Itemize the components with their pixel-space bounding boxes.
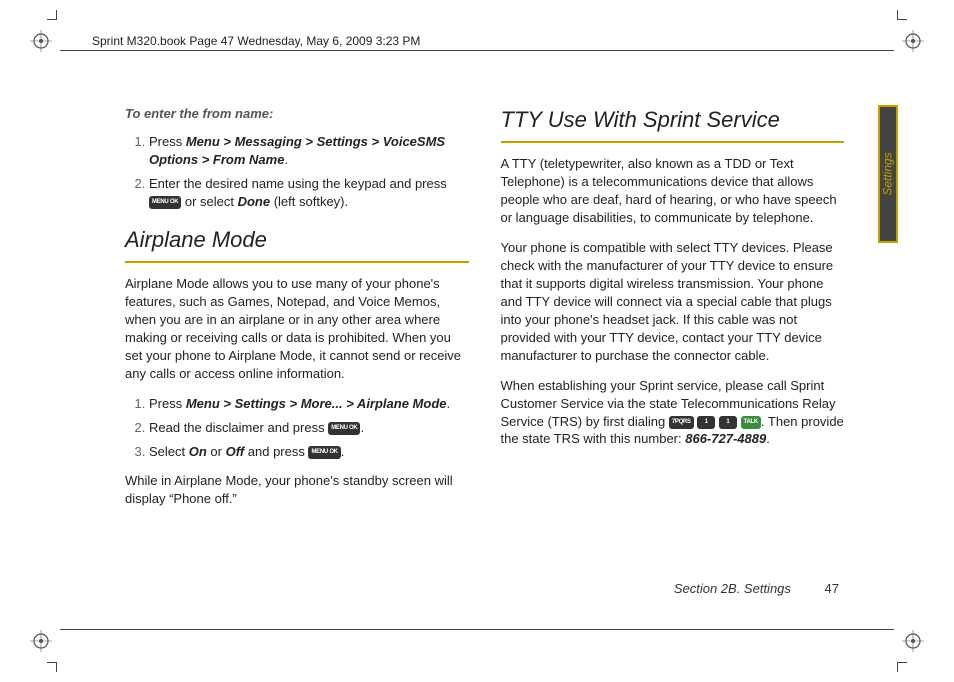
crop-mark <box>56 662 57 672</box>
list-item: Enter the desired name using the keypad … <box>149 175 469 211</box>
side-tab-label: Settings <box>881 152 895 195</box>
crop-mark <box>897 10 898 20</box>
airplane-steps: Press Menu > Settings > More... > Airpla… <box>149 395 469 461</box>
column-right: TTY Use With Sprint Service A TTY (telet… <box>501 105 845 592</box>
text: (left softkey). <box>270 194 348 209</box>
paragraph: Your phone is compatible with select TTY… <box>501 239 845 365</box>
lead-in-text: To enter the from name: <box>125 105 469 123</box>
crop-ornament-icon <box>902 630 924 652</box>
text: Read the disclaimer and press <box>149 420 328 435</box>
heading-rule <box>501 141 845 143</box>
text: . <box>447 396 451 411</box>
text: Enter the desired name using the keypad … <box>149 176 447 191</box>
list-item: Select On or Off and press MENU OK. <box>149 443 469 461</box>
trs-number: 866-727-4889 <box>685 431 766 446</box>
page-body: To enter the from name: Press Menu > Mes… <box>125 105 844 592</box>
menu-ok-key-icon: MENU OK <box>308 446 340 459</box>
softkey-label: Done <box>238 194 271 209</box>
text: . <box>341 444 345 459</box>
key-1-icon: 1 <box>697 416 715 429</box>
menu-ok-key-icon: MENU OK <box>149 196 181 209</box>
side-tab: Settings <box>878 105 898 243</box>
crop-mark <box>897 19 907 20</box>
column-left: To enter the from name: Press Menu > Mes… <box>125 105 469 592</box>
key-7-icon: 7PQRS <box>669 416 694 429</box>
text: . <box>766 431 770 446</box>
text: Press <box>149 134 186 149</box>
section-heading-airplane: Airplane Mode <box>125 225 469 255</box>
text: . <box>360 420 364 435</box>
menu-ok-key-icon: MENU OK <box>328 422 360 435</box>
top-rule <box>60 50 894 51</box>
key-1-icon: 1 <box>719 416 737 429</box>
text: Press <box>149 396 186 411</box>
paragraph: A TTY (teletypewriter, also known as a T… <box>501 155 845 227</box>
text: Select <box>149 444 189 459</box>
crop-mark <box>897 662 907 663</box>
menu-path: Menu > Messaging > Settings > VoiceSMS O… <box>149 134 445 167</box>
paragraph: While in Airplane Mode, your phone's sta… <box>125 472 469 508</box>
list-item: Press Menu > Messaging > Settings > Voic… <box>149 133 469 169</box>
talk-key-icon: TALK <box>741 416 761 429</box>
crop-mark <box>56 10 57 20</box>
paragraph: When establishing your Sprint service, p… <box>501 377 845 449</box>
paragraph: Airplane Mode allows you to use many of … <box>125 275 469 383</box>
menu-path: Menu > Settings > More... > Airplane Mod… <box>186 396 447 411</box>
option-off: Off <box>226 444 245 459</box>
text: or select <box>181 194 237 209</box>
footer-section: Section 2B. Settings <box>674 581 791 596</box>
text: or <box>207 444 226 459</box>
text: . <box>284 152 288 167</box>
text: and press <box>244 444 308 459</box>
crop-ornament-icon <box>30 30 52 52</box>
running-head: Sprint M320.book Page 47 Wednesday, May … <box>92 34 420 48</box>
crop-ornament-icon <box>902 30 924 52</box>
heading-rule <box>125 261 469 263</box>
option-on: On <box>189 444 207 459</box>
bottom-rule <box>60 629 894 630</box>
crop-ornament-icon <box>30 630 52 652</box>
from-name-steps: Press Menu > Messaging > Settings > Voic… <box>149 133 469 211</box>
list-item: Read the disclaimer and press MENU OK. <box>149 419 469 437</box>
list-item: Press Menu > Settings > More... > Airpla… <box>149 395 469 413</box>
footer-page-number: 47 <box>825 581 839 596</box>
section-heading-tty: TTY Use With Sprint Service <box>501 105 845 135</box>
page-footer: Section 2B. Settings 47 <box>674 581 839 596</box>
crop-mark <box>897 662 898 672</box>
